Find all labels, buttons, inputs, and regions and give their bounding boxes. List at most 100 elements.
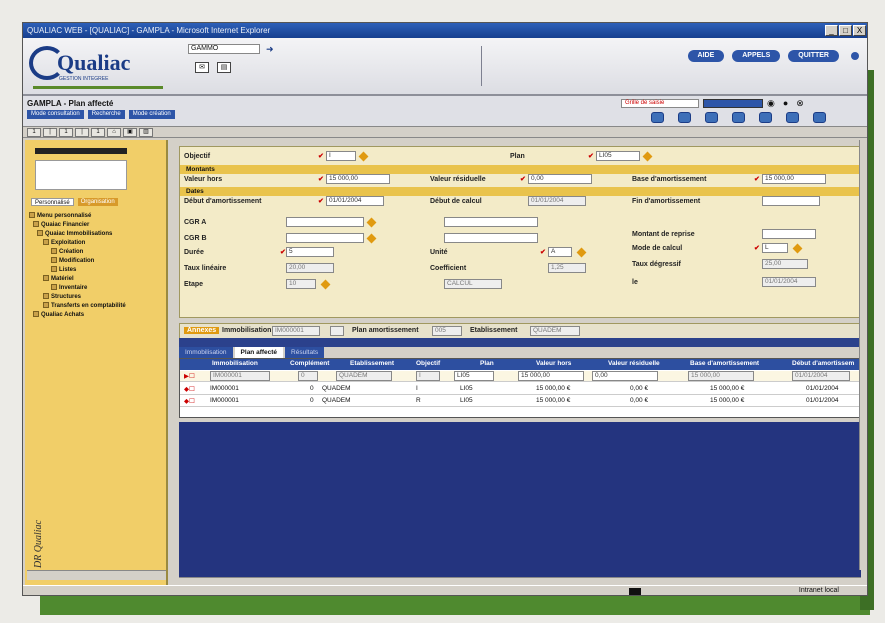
tree-node[interactable]: Exploitation [29,239,126,248]
cell[interactable]: 01/01/2004 [792,371,850,381]
mode-consultation-button[interactable]: Mode consultation [27,110,84,119]
search-button[interactable]: Recherche [87,110,125,119]
tree-label: Quaiac Financier [41,222,90,228]
cell[interactable]: I [416,371,440,381]
col-complement[interactable]: Complément [290,360,329,367]
col-etablissement[interactable]: Etablissement [350,360,394,367]
cell[interactable]: 15 000,00 [518,371,584,381]
tree-node[interactable]: Transferts en comptabilité [29,302,126,311]
minimize-button[interactable]: _ [825,25,838,36]
close-button[interactable]: X [853,25,866,36]
cell[interactable]: 0,00 [592,371,658,381]
cell[interactable]: IM000001 [210,371,270,381]
tool-icon-1[interactable] [651,112,664,123]
montant-reprise-input[interactable] [762,229,816,239]
blue-field[interactable] [703,99,763,108]
stop-icon[interactable]: ● [783,98,788,109]
col-valeur-hors[interactable]: Valeur hors [536,360,571,367]
lookup-icon[interactable] [366,233,377,244]
col-objectif[interactable]: Objectif [416,360,440,367]
grid-select[interactable]: Grille de saisie [621,99,699,108]
table-row[interactable]: ◆☐ IM000001 0 QUADEM R LI05 15 000,00 € … [180,396,860,407]
tool-icon-2[interactable] [678,112,691,123]
tree-node[interactable]: Qualiac Achats [29,311,126,320]
nav-next[interactable]: 1 [91,127,105,137]
quit-button[interactable]: QUITTER [788,50,839,62]
header-dot-icon[interactable] [851,52,859,60]
tab-resultats[interactable]: Résultats [285,347,325,358]
exit-icon[interactable]: ⊗ [796,98,804,109]
lookup-icon[interactable] [792,243,803,254]
vertical-scrollbar[interactable] [859,140,867,570]
lookup-icon[interactable] [576,247,587,258]
tool-icon-5[interactable] [759,112,772,123]
cgr-a-input[interactable] [286,217,364,227]
col-immobilisation[interactable]: Immobilisation [212,360,258,367]
screen-code-field[interactable]: GAMMO [188,44,260,54]
tree-node[interactable]: Menu personnalisé [29,212,126,221]
mail-icon[interactable]: ✉ [195,62,209,73]
nav-sep-1: | [43,127,57,137]
tool-icon-3[interactable] [705,112,718,123]
main-scrollbar[interactable] [179,577,861,585]
col-base-amort[interactable]: Base d'amortissement [690,360,759,367]
debut-amort-input[interactable]: 01/01/2004 [326,196,384,206]
cell[interactable]: 15 000,00 [688,371,754,381]
tab-plan-affecte[interactable]: Plan affecté [234,347,284,358]
tree-label: Exploitation [51,240,86,246]
refresh-icon[interactable]: ◉ [767,98,775,109]
duree-input[interactable]: 5 [286,247,334,257]
annexes-button[interactable]: Annexes [184,327,220,334]
tree-node[interactable]: Quaiac Financier [29,221,126,230]
lookup-icon[interactable] [320,279,331,290]
nav-icon-b[interactable]: ▣ [123,127,137,137]
tree-node[interactable]: Listes [29,266,126,275]
help-button[interactable]: AIDE [687,50,725,62]
cell[interactable]: 0 [298,371,318,381]
col-valeur-residuelle[interactable]: Valeur résiduelle [608,360,660,367]
tool-icon-7[interactable] [813,112,826,123]
nav-icon-a[interactable]: ⌂ [107,127,121,137]
tool-icon-6[interactable] [786,112,799,123]
results-grid: Immobilisation Complément Etablissement … [179,358,861,418]
grid-edit-row[interactable]: ▶☐ IM000001 0 QUADEM I LI05 15 000,00 0,… [180,371,860,382]
calls-button[interactable]: APPELS [732,50,781,62]
maximize-button[interactable]: □ [839,25,852,36]
mode-calcul-label: Mode de calcul [632,245,683,252]
tab-immobilisation[interactable]: Immobilisation [179,347,233,358]
tab-personnalise[interactable]: Personnalisé [31,198,74,206]
cell[interactable]: LI05 [454,371,494,381]
tree-node[interactable]: Création [29,248,126,257]
fin-amort-input[interactable] [762,196,820,206]
cell[interactable]: QUADEM [336,371,392,381]
lookup-icon[interactable] [642,151,653,162]
unite-select[interactable]: A [548,247,572,257]
sidebar-scrollbar[interactable] [27,570,166,580]
col-debut-amort[interactable]: Début d'amortissem [792,360,854,367]
objectif-input[interactable]: I [326,151,356,161]
lookup-icon[interactable] [366,217,377,228]
tree-node[interactable]: Inventaire [29,284,126,293]
tab-organisation[interactable]: Organisation [77,198,118,206]
mode-calcul-select[interactable]: L [762,243,788,253]
tool-icon-4[interactable] [732,112,745,123]
valeur-hors-input[interactable]: 15 000,00 [326,174,390,184]
screen-header: GAMPLA - Plan affecté Mode consultation … [23,96,867,127]
nav-first[interactable]: 1 [27,127,41,137]
valeur-residuelle-input[interactable]: 0,00 [528,174,592,184]
cgr-b-input[interactable] [286,233,364,243]
tree-node[interactable]: Modification [29,257,126,266]
base-amort-input[interactable]: 15 000,00 [762,174,826,184]
go-arrow-icon[interactable]: ➜ [266,44,274,55]
col-plan[interactable]: Plan [480,360,494,367]
table-row[interactable]: ◆☐ IM000001 0 QUADEM I LI05 15 000,00 € … [180,384,860,395]
tree-node[interactable]: Quaiac Immobilisations [29,230,126,239]
tree-node[interactable]: Structures [29,293,126,302]
lookup-icon[interactable] [358,151,369,162]
nav-prev[interactable]: 1 [59,127,73,137]
plan-input[interactable]: LI05 [596,151,640,161]
mode-creation-button[interactable]: Mode création [128,110,175,119]
tree-node[interactable]: Matériel [29,275,126,284]
document-icon[interactable]: ▤ [217,62,231,73]
nav-icon-c[interactable]: ▥ [139,127,153,137]
